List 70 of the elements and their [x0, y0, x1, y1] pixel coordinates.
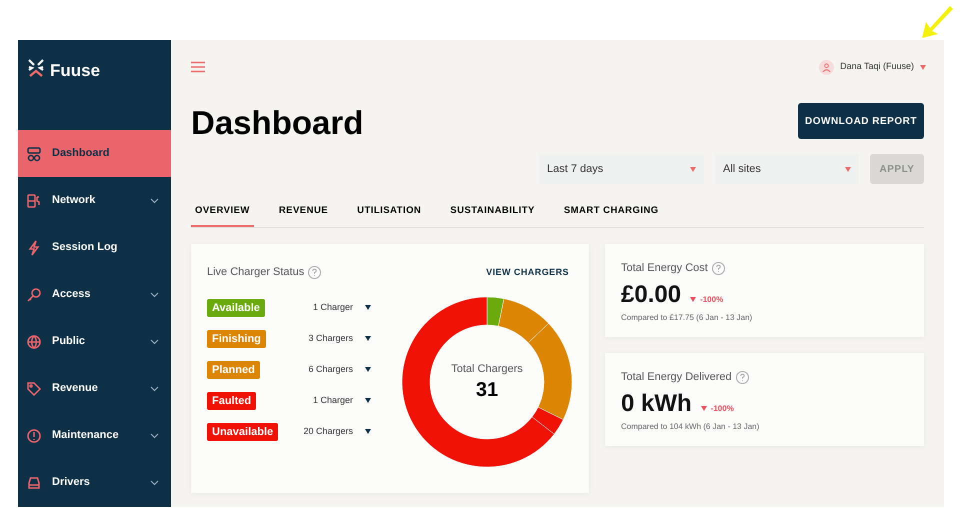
help-icon — [308, 266, 322, 279]
nav-icon — [26, 240, 42, 256]
status-badge: Unavailable — [207, 422, 278, 441]
status-badge: Faulted — [207, 392, 256, 410]
caret-icon — [365, 398, 371, 404]
caret-icon — [365, 336, 371, 342]
nav-icon — [26, 192, 42, 208]
sidebar-item[interactable]: Access — [18, 271, 171, 318]
sidebar-item[interactable]: Session Log — [18, 224, 171, 271]
caret-icon — [365, 367, 371, 372]
tab[interactable]: SUSTAINABILITY — [446, 204, 539, 228]
brand-name: Fuuse — [50, 60, 100, 82]
nav-icon — [26, 146, 42, 162]
view-chargers-link[interactable]: VIEW CHARGERS — [486, 266, 569, 280]
charger-count: 20 Chargers — [303, 425, 353, 438]
status-badge: Planned — [207, 360, 260, 379]
chevron-down-icon — [150, 198, 159, 204]
chevron-down-icon — [150, 338, 159, 344]
caret-icon — [690, 166, 696, 172]
status-badge: Finishing — [207, 330, 266, 348]
caret-icon — [920, 64, 926, 70]
help-icon — [712, 262, 725, 275]
help-icon — [736, 371, 749, 384]
change-percent: -100% — [700, 294, 724, 306]
charger-count: 6 Chargers — [308, 363, 353, 376]
card-title: Live Charger Status — [207, 265, 304, 280]
chart-center-label: Total Chargers — [451, 362, 523, 377]
nav-icon — [26, 474, 42, 490]
nav-icon — [26, 380, 42, 396]
change-percent: -100% — [710, 402, 734, 415]
user-name: Dana Taqi (Fuuse) — [840, 60, 914, 74]
card-title: Total Energy Cost — [621, 261, 708, 276]
status-badge: Available — [207, 298, 265, 317]
caret-icon — [845, 166, 851, 172]
nav-icon — [26, 286, 42, 302]
sidebar-item[interactable]: Network — [18, 177, 171, 224]
caret-icon — [365, 305, 371, 310]
chevron-down-icon — [150, 386, 159, 392]
nav-icon — [26, 428, 42, 444]
user-icon — [819, 60, 834, 74]
logo-icon — [26, 58, 46, 78]
comparison-text: Compared to £17.75 (6 Jan - 13 Jan) — [621, 312, 754, 324]
comparison-text: Compared to 104 kWh (6 Jan - 13 Jan) — [621, 420, 760, 433]
chevron-down-icon — [150, 480, 159, 486]
sidebar-item[interactable]: Maintenance — [18, 412, 171, 459]
charger-count: 3 Chargers — [308, 332, 353, 345]
nav-icon — [26, 334, 42, 350]
charger-count: 1 Charger — [312, 394, 353, 407]
page-title: Dashboard — [191, 106, 364, 139]
caret-icon — [365, 429, 371, 434]
filter-dropdown[interactable]: All sites — [715, 154, 859, 184]
menu-icon[interactable] — [191, 61, 205, 73]
download-report-button[interactable]: DOWNLOAD REPORT — [798, 103, 924, 139]
metric-value: 0 kWh — [621, 388, 692, 419]
tab[interactable]: UTILISATION — [353, 204, 426, 228]
total-count: 31 — [476, 378, 498, 402]
sidebar-item[interactable]: Revenue — [18, 365, 171, 412]
sidebar-item[interactable]: Public — [18, 318, 171, 365]
tab[interactable]: REVENUE — [274, 204, 332, 228]
sidebar-item[interactable]: Dashboard — [18, 130, 171, 177]
chevron-down-icon — [150, 292, 159, 298]
charger-count: 1 Charger — [312, 301, 353, 314]
user-menu[interactable]: Dana Taqi (Fuuse) — [819, 60, 926, 74]
metric-value: £0.00 — [621, 280, 682, 310]
card-title: Total Energy Delivered — [621, 370, 732, 386]
tab[interactable]: SMART CHARGING — [560, 204, 663, 228]
chevron-down-icon — [150, 432, 159, 438]
tab[interactable]: OVERVIEW — [191, 204, 254, 228]
filter-dropdown[interactable]: Last 7 days — [539, 154, 704, 184]
sidebar-item[interactable]: Drivers — [18, 459, 171, 506]
